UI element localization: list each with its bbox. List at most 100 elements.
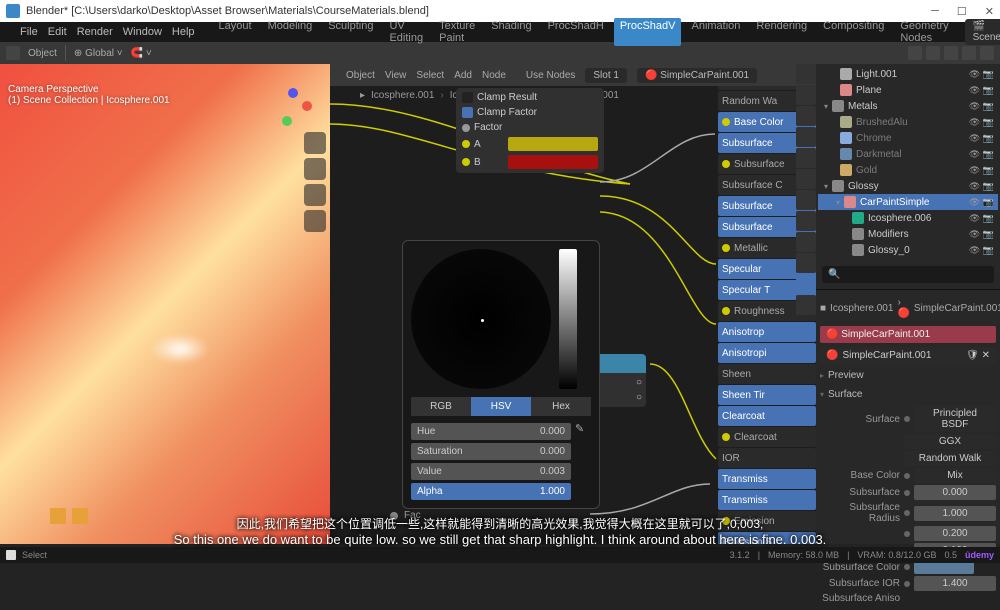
scene-selector[interactable]: 🎬 Scene [965,19,1000,45]
workspace-tab[interactable]: Shading [485,18,537,46]
tab-texture[interactable] [796,295,816,315]
bsdf-ior[interactable]: IOR [718,448,816,468]
distribution-dd[interactable]: GGX [904,434,996,449]
zoom-icon[interactable] [304,132,326,154]
value-slider[interactable] [559,249,577,389]
material-slot[interactable]: 🔴 SimpleCarPaint.001 [820,326,996,343]
workspace-tab[interactable]: Geometry Nodes [894,18,954,46]
prop-field[interactable]: 0.000 [914,485,996,500]
hue-field[interactable]: Hue0.000 [411,423,571,440]
bsdf-anisotropi[interactable]: Anisotropi [718,343,816,363]
node-editor[interactable]: ObjectViewSelectAddNode Use Nodes Slot 1… [330,64,816,544]
nav-gizmo[interactable] [278,88,314,124]
editor-type-icon[interactable] [6,46,20,60]
color-wheel[interactable] [411,249,551,389]
sss-method-dd[interactable]: Random Walk [904,451,996,466]
outliner-item[interactable]: Light.001👁 📷 [818,66,998,82]
eyedropper-icon[interactable]: ✎ [575,420,591,500]
workspace-tab[interactable]: ProcShadH [542,18,610,46]
workspace-tab[interactable]: Compositing [817,18,890,46]
bsdf-sheen[interactable]: Sheen [718,364,816,384]
outliner-item[interactable]: Icosphere.006👁 📷 [818,210,998,226]
ss-ior-field[interactable]: 1.400 [914,576,996,591]
colortab-hsv[interactable]: HSV [471,397,531,416]
bsdf-transmiss[interactable]: Transmiss [718,469,816,489]
color-out-socket[interactable]: ○ [636,377,642,388]
tab-scene[interactable] [796,106,816,126]
factor-socket[interactable] [462,124,470,132]
preview-section[interactable]: ▸Preview [820,366,996,385]
outliner-item[interactable]: BrushedAlu👁 📷 [818,114,998,130]
filter-icon[interactable] [980,46,994,60]
menu-window[interactable]: Window [123,26,162,38]
colortab-rgb[interactable]: RGB [411,397,471,416]
tab-data[interactable] [796,253,816,273]
slot-selector[interactable]: Slot 1 [585,68,627,83]
material-selector[interactable]: 🔴 SimpleCarPaint.001 [637,68,757,83]
tab-render[interactable] [796,64,816,84]
overlay-toggle[interactable] [962,46,976,60]
outliner-item[interactable]: ▾CarPaintSimple👁 📷 [818,194,998,210]
outliner-item[interactable]: Chrome👁 📷 [818,130,998,146]
outliner-item[interactable]: ▾Metals👁 📷 [818,98,998,114]
outliner-item[interactable]: Glossy_0👁 📷 [818,242,998,258]
persp-icon[interactable] [304,210,326,232]
workspace-tab[interactable]: Rendering [750,18,813,46]
outliner-search[interactable]: 🔍 [822,266,994,283]
menu-help[interactable]: Help [172,26,195,38]
bsdf-transmiss[interactable]: Transmiss [718,490,816,510]
colortab-hex[interactable]: Hex [531,397,591,416]
mode-selector[interactable]: Object [28,48,57,59]
node-menu[interactable]: Select [416,70,444,81]
workspace-tab[interactable]: Modeling [262,18,319,46]
outliner-item[interactable]: Gold👁 📷 [818,162,998,178]
alpha-field[interactable]: Alpha1.000 [411,483,571,500]
bsdf-clearcoat[interactable]: Clearcoat [718,406,816,426]
vp-shading-2[interactable] [926,46,940,60]
tab-particle[interactable] [796,190,816,210]
snap[interactable]: 🧲 ˅ [131,48,152,59]
menu-render[interactable]: Render [77,26,113,38]
workspace-tab[interactable]: Sculpting [322,18,379,46]
tab-object[interactable] [796,148,816,168]
surface-section[interactable]: ▾Surface [820,385,996,404]
close-icon[interactable]: ✕ [985,5,994,18]
tab-physics[interactable] [796,211,816,231]
vp-shading-3[interactable] [944,46,958,60]
base-color-link[interactable]: Mix [914,468,996,483]
tab-modifier[interactable] [796,169,816,189]
node-menu[interactable]: View [385,70,407,81]
tab-constraint[interactable] [796,232,816,252]
workspace-tab[interactable]: Layout [213,18,258,46]
tab-world[interactable] [796,127,816,147]
tab-material[interactable] [796,274,816,294]
alpha-out-socket[interactable]: ○ [636,392,642,403]
outliner-item[interactable]: Darkmetal👁 📷 [818,146,998,162]
bsdf-anisotrop[interactable]: Anisotrop [718,322,816,342]
b-socket[interactable] [462,158,470,166]
menu-edit[interactable]: Edit [48,26,67,38]
move-icon[interactable] [304,158,326,180]
3d-viewport[interactable]: Camera Perspective (1) Scene Collection … [0,64,330,544]
bsdf-sheen-tir[interactable]: Sheen Tir [718,385,816,405]
sat-field[interactable]: Saturation0.000 [411,443,571,460]
node-menu[interactable]: Object [346,70,375,81]
menu-file[interactable]: File [20,26,38,38]
workspace-tab[interactable]: ProcShadV [614,18,682,46]
surface-shader[interactable]: Principled BSDF [914,406,996,432]
node-menu[interactable]: Node [482,70,506,81]
camera-icon[interactable] [304,184,326,206]
maximize-icon[interactable]: ☐ [957,5,967,18]
node-menu[interactable]: Add [454,70,472,81]
a-socket[interactable] [462,140,470,148]
mix-node[interactable]: Clamp Result Clamp Factor Factor A B [456,88,604,173]
outliner-item[interactable]: ▾Glossy👁 📷 [818,178,998,194]
bsdf-clearcoat[interactable]: Clearcoat [718,427,816,447]
workspace-tab[interactable]: Texture Paint [433,18,481,46]
tab-output[interactable] [796,85,816,105]
orientation[interactable]: ⊕ Global ˅ [74,48,123,59]
b-color-swatch[interactable] [508,155,598,169]
outliner-item[interactable]: Modifiers👁 📷 [818,226,998,242]
minimize-icon[interactable]: ─ [931,5,939,18]
material-name-field[interactable]: 🔴 SimpleCarPaint.001 🛡 ✕ [820,347,996,364]
